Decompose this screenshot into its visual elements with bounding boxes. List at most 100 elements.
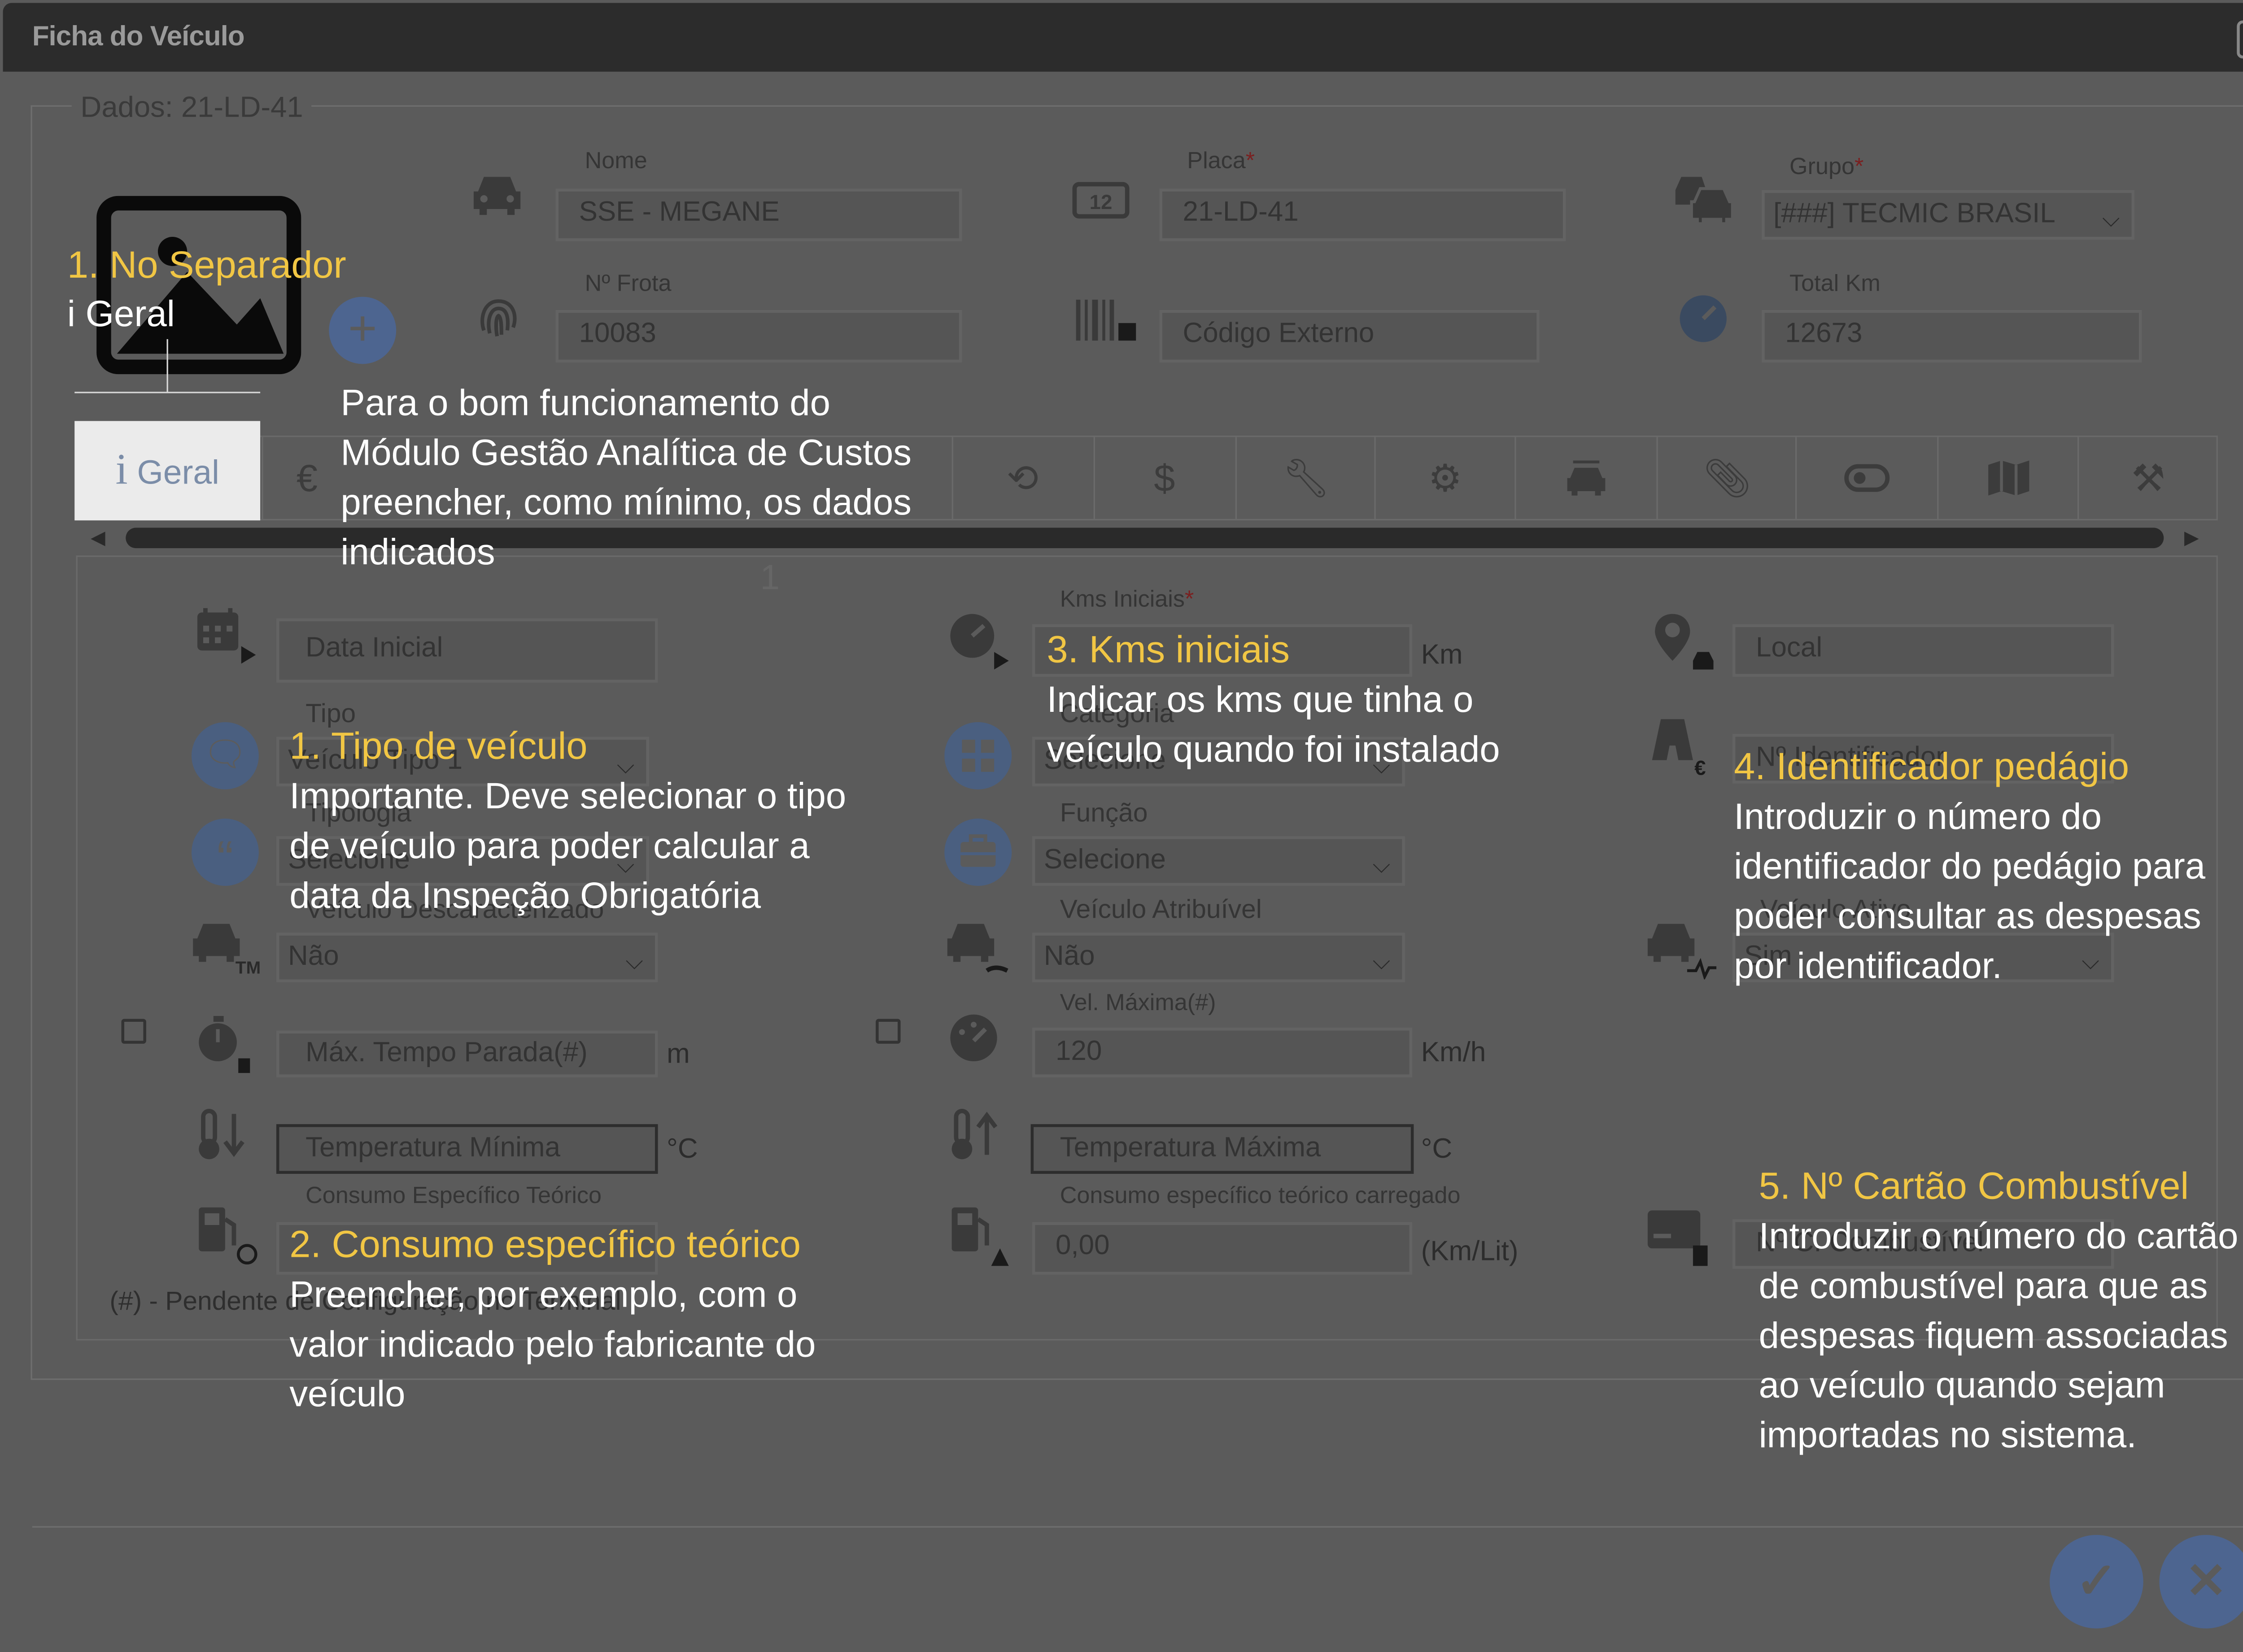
vel-max-input[interactable]: 120 — [1032, 1028, 1413, 1077]
annotation-cartao-line: importadas no sistema. — [1759, 1415, 2137, 1456]
car-service-icon — [1567, 460, 1605, 496]
tab-attachment[interactable]: 📎︎ — [1656, 437, 1797, 519]
data-inicial-input[interactable]: Data Inicial — [276, 618, 658, 683]
fingerprint-icon — [472, 289, 525, 349]
window-title: Ficha do Veículo — [32, 22, 245, 53]
kms-iniciais-label-text: Kms Iniciais — [1060, 588, 1185, 613]
confirm-button[interactable]: ✓ — [2050, 1534, 2143, 1629]
required-mark: * — [1184, 588, 1194, 613]
required-mark: * — [1854, 155, 1864, 180]
annotation-cartao-title: 5. Nº Cartão Combustível — [1759, 1164, 2189, 1207]
annotation-kms-line: Indicar os kms que tinha o — [1047, 680, 1474, 721]
annotation-tipo-line: data da Inspeção Obrigatória — [289, 876, 761, 917]
tab-map[interactable] — [1937, 437, 2077, 519]
gauge-icon — [1677, 292, 1729, 353]
car-group-icon — [1671, 173, 1735, 233]
annotation-pedagio-title: 4. Identificador pedágio — [1734, 744, 2130, 788]
annotation-pedagio-line: poder consultar as despesas — [1734, 896, 2201, 937]
temp-max-input[interactable]: Temperatura Máxima — [1030, 1124, 1414, 1174]
annotation-kms-title: 3. Kms iniciais — [1047, 627, 1290, 671]
history-icon: ⟲ — [1007, 456, 1039, 500]
max-tempo-checkbox[interactable] — [121, 1019, 146, 1044]
window-titlebar: Ficha do Veículo ✕ — [3, 3, 2243, 72]
funcao-select[interactable]: Selecione ⌵ — [1032, 836, 1405, 886]
placa-label-text: Placa — [1187, 149, 1246, 174]
totalkm-input[interactable]: 12673 — [1762, 309, 2142, 363]
fuel-load-icon — [947, 1202, 1015, 1276]
annotation-geral-text: i Geral — [67, 294, 175, 335]
tab-gear[interactable]: ⚙ — [1374, 437, 1514, 519]
frota-label: Nº Frota — [585, 272, 672, 297]
tab-car-service[interactable] — [1514, 437, 1655, 519]
map-icon — [1987, 460, 2029, 496]
placa-input[interactable]: 21-LD-41 — [1159, 188, 1566, 241]
annotation-cartao-line: Introduzir o número do cartão — [1759, 1216, 2239, 1257]
annotation-intro-line: indicados — [340, 532, 495, 573]
calendar-icon — [194, 605, 258, 677]
tab-geral[interactable]: i Geral — [74, 421, 261, 521]
consumo-teorico-label: Consumo Específico Teórico — [305, 1184, 602, 1209]
tab-tools[interactable]: ⚒ — [2077, 437, 2218, 519]
scroll-left-arrow[interactable]: ◀ — [91, 526, 105, 549]
tab-euro[interactable]: € — [262, 437, 351, 519]
vel-unit: Km/h — [1421, 1037, 1486, 1069]
speedometer-icon — [947, 1011, 1000, 1072]
comment-icon: 🗨︎ — [191, 722, 259, 789]
chevron-down-icon: ⌵ — [1372, 854, 1391, 879]
chevron-down-icon: ⌵ — [625, 950, 643, 975]
codigo-externo-input[interactable]: Código Externo — [1159, 309, 1540, 363]
annotation-pedagio-line: identificador do pedágio para — [1734, 846, 2206, 888]
placa-label: Placa* — [1187, 149, 1255, 175]
connector-line — [74, 392, 261, 393]
annotation-pedagio-line: por identificador. — [1734, 946, 2003, 987]
consumo-carregado-input[interactable]: 0,00 — [1032, 1222, 1413, 1275]
grupo-label-text: Grupo — [1789, 155, 1855, 180]
check-icon: ✓ — [2075, 1554, 2117, 1610]
consumo-unit: (Km/Lit) — [1421, 1237, 1519, 1268]
svg-text:€: € — [1694, 756, 1706, 779]
temp-min-input[interactable]: Temperatura Mínima — [276, 1124, 658, 1174]
barcode-icon — [1074, 297, 1139, 363]
kms-iniciais-label: Kms Iniciais* — [1060, 588, 1194, 614]
add-photo-button[interactable]: + — [329, 296, 397, 364]
max-tempo-input[interactable]: Máx. Tempo Parada(#) — [276, 1030, 658, 1077]
annotation-intro-line: Módulo Gestão Analítica de Custos — [340, 432, 912, 474]
tools-icon: ⚒ — [2131, 456, 2166, 500]
temp-max-unit: °C — [1421, 1134, 1453, 1165]
cancel-button[interactable]: ✕ — [2159, 1534, 2243, 1629]
scroll-right-arrow[interactable]: ▶ — [2184, 526, 2199, 549]
funcao-label: Função — [1060, 798, 1148, 828]
chevron-down-icon: ⌵ — [2082, 950, 2099, 975]
tab-toggle[interactable] — [1795, 437, 1936, 519]
close-icon[interactable]: ✕ — [2237, 20, 2243, 59]
annotation-cartao-line: ao veículo quando sejam — [1759, 1365, 2165, 1407]
atribuivel-select[interactable]: Não ⌵ — [1032, 933, 1405, 983]
annotation-consumo-line: valor indicado pelo fabricante do — [289, 1324, 816, 1365]
annotation-intro-line: Para o bom funcionamento do — [340, 383, 830, 424]
briefcase-icon — [944, 819, 1012, 886]
location-icon — [1652, 611, 1719, 683]
nome-input[interactable]: SSE - MEGANE — [555, 188, 962, 241]
plate-icon: 12 — [1072, 181, 1130, 227]
grupo-select[interactable]: [###] TECMIC BRASIL ⌵ — [1762, 190, 2135, 240]
temp-min-unit: °C — [667, 1134, 698, 1165]
annotation-consumo-line: veículo — [289, 1374, 406, 1415]
atribuivel-label: Veículo Atribuível — [1060, 894, 1262, 924]
descaracterizado-select[interactable]: Não ⌵ — [276, 933, 658, 983]
tab-geral-label: Geral — [137, 453, 219, 492]
local-input[interactable]: Local — [1732, 624, 2114, 677]
gauge-km-icon — [947, 611, 1015, 683]
fuel-pump-icon — [194, 1202, 258, 1273]
gear-icon: ⚙ — [1428, 456, 1462, 500]
tab-wrench[interactable]: 🔧︎ — [1235, 437, 1376, 519]
annotation-intro-line: preencher, como mínimo, os dados — [340, 482, 912, 523]
vel-max-checkbox[interactable] — [876, 1019, 901, 1044]
tab-dollar[interactable]: $ — [1093, 437, 1234, 519]
car-active-icon — [1646, 918, 1722, 987]
grupo-label: Grupo* — [1789, 155, 1863, 181]
grupo-select-value: [###] TECMIC BRASIL — [1773, 199, 2055, 230]
frota-input[interactable]: 10083 — [555, 309, 962, 363]
tab-history[interactable]: ⟲ — [951, 437, 1092, 519]
annotation-cartao-line: despesas fiquem associadas — [1759, 1316, 2228, 1357]
info-icon: i — [115, 445, 128, 494]
